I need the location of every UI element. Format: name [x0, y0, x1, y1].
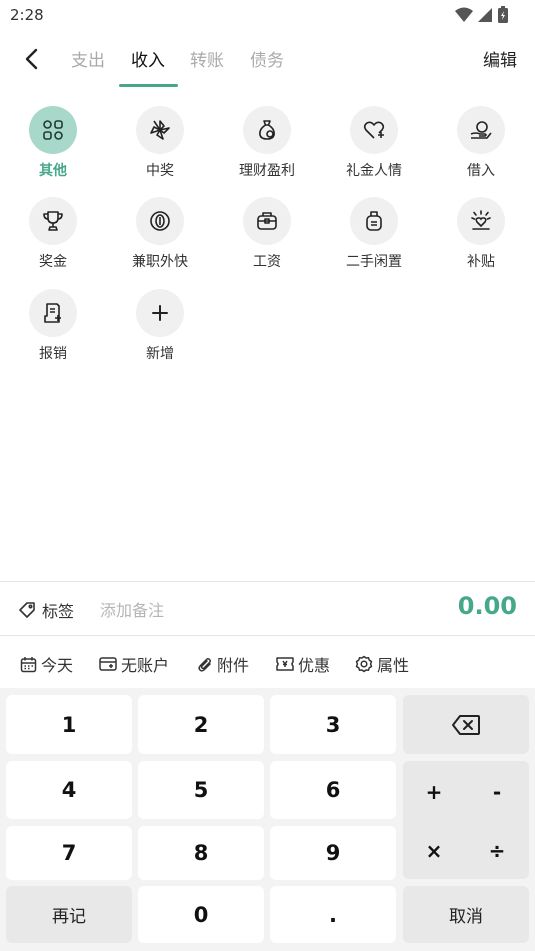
entry-bar: 标签 0.00 — [0, 581, 535, 636]
signal-icon — [478, 8, 492, 22]
top-nav: 支出 收入 转账 债务 编辑 — [0, 38, 535, 90]
category-label: 补贴 — [467, 254, 495, 270]
edit-button[interactable]: 编辑 — [483, 46, 517, 71]
key-7[interactable]: 7 — [6, 826, 132, 880]
category-label: 奖金 — [39, 254, 67, 270]
backspace-key[interactable] — [403, 695, 529, 754]
tag-button[interactable]: 标签 — [18, 598, 74, 622]
status-icons — [455, 6, 509, 24]
plus-icon — [152, 305, 168, 321]
tab-indicator — [119, 84, 178, 87]
category-label: 礼金人情 — [346, 163, 402, 179]
key-9[interactable]: 9 — [270, 826, 396, 880]
category-label: 兼职外快 — [132, 254, 188, 270]
category-lottery[interactable]: 中奖 — [112, 106, 208, 186]
gear-icon — [355, 655, 373, 673]
account-option[interactable]: 无账户 — [99, 652, 169, 676]
grid-icon — [43, 120, 63, 140]
key-2[interactable]: 2 — [138, 695, 264, 754]
status-bar: 2:28 — [0, 0, 535, 30]
minus-key[interactable]: - — [472, 772, 522, 812]
bag-icon — [366, 211, 382, 231]
key-0[interactable]: 0 — [138, 886, 264, 943]
tag-icon — [19, 602, 35, 618]
attribute-label: 属性 — [377, 656, 410, 675]
key-4[interactable]: 4 — [6, 761, 132, 819]
cancel-key[interactable]: 取消 — [403, 886, 529, 943]
category-other[interactable]: 其他 — [5, 106, 101, 186]
receipt-icon — [44, 303, 61, 323]
attachment-option[interactable]: 附件 — [197, 652, 249, 676]
sun-heart-icon — [471, 210, 491, 230]
category-label: 工资 — [253, 254, 281, 270]
category-gift-money[interactable]: 礼金人情 — [326, 106, 422, 186]
tab-expense[interactable]: 支出 — [71, 46, 105, 71]
chevron-left-icon — [25, 48, 38, 70]
card-icon — [99, 657, 117, 671]
account-label: 无账户 — [121, 656, 170, 675]
again-key[interactable]: 再记 — [6, 886, 132, 943]
status-time: 2:28 — [10, 6, 44, 24]
category-side-job[interactable]: 兼职外快 — [112, 197, 208, 277]
category-label: 理财盈利 — [239, 163, 295, 179]
decimal-key[interactable]: . — [270, 886, 396, 943]
key-8[interactable]: 8 — [138, 826, 264, 880]
trophy-icon — [43, 211, 63, 231]
operator-block: + - × ÷ — [403, 761, 529, 879]
tab-debt[interactable]: 债务 — [250, 46, 284, 71]
hand-coin-icon — [470, 121, 492, 139]
category-borrow-in[interactable]: 借入 — [433, 106, 529, 186]
date-label: 今天 — [41, 656, 74, 675]
category-label: 报销 — [39, 346, 67, 362]
back-button[interactable] — [16, 44, 46, 74]
amount-display: 0.00 — [457, 592, 517, 620]
divide-key[interactable]: ÷ — [472, 831, 522, 871]
category-second-hand[interactable]: 二手闲置 — [326, 197, 422, 277]
coupon-icon — [276, 657, 294, 671]
briefcase-icon — [257, 212, 277, 230]
pinwheel-icon — [150, 120, 170, 140]
key-1[interactable]: 1 — [6, 695, 132, 754]
paperclip-icon — [198, 657, 211, 672]
category-label: 借入 — [467, 163, 495, 179]
category-add-new[interactable]: 新增 — [112, 289, 208, 369]
note-input[interactable] — [100, 596, 400, 624]
tag-label: 标签 — [42, 602, 75, 621]
category-label: 二手闲置 — [346, 254, 402, 270]
category-reimbursement[interactable]: 报销 — [5, 289, 101, 369]
multiply-key[interactable]: × — [409, 831, 459, 871]
tab-income[interactable]: 收入 — [131, 46, 165, 71]
category-subsidy[interactable]: 补贴 — [433, 197, 529, 277]
tab-transfer[interactable]: 转账 — [190, 46, 224, 71]
attachment-label: 附件 — [217, 656, 250, 675]
date-option[interactable]: 今天 — [20, 652, 73, 676]
coin-icon — [150, 211, 170, 231]
backspace-icon — [452, 714, 480, 735]
key-6[interactable]: 6 — [270, 761, 396, 819]
calendar-icon — [20, 656, 37, 672]
category-label: 新增 — [146, 346, 174, 362]
key-5[interactable]: 5 — [138, 761, 264, 819]
category-bonus[interactable]: 奖金 — [5, 197, 101, 277]
battery-icon — [498, 6, 508, 23]
attribute-option[interactable]: 属性 — [355, 652, 409, 676]
key-3[interactable]: 3 — [270, 695, 396, 754]
category-salary[interactable]: 工资 — [219, 197, 315, 277]
category-investment[interactable]: 理财盈利 — [219, 106, 315, 186]
keypad: 1 2 3 4 5 6 + - × ÷ 7 8 9 再记 0 . 取消 — [0, 688, 535, 951]
options-bar: 今天 无账户 附件 优惠 属性 — [0, 637, 535, 688]
plus-key[interactable]: + — [409, 772, 459, 812]
heart-gift-icon — [363, 121, 385, 139]
discount-option[interactable]: 优惠 — [276, 652, 330, 676]
category-label: 中奖 — [146, 163, 174, 179]
wifi-icon — [455, 7, 473, 22]
discount-label: 优惠 — [298, 656, 331, 675]
money-bag-icon — [259, 120, 275, 140]
category-label: 其他 — [39, 163, 67, 179]
